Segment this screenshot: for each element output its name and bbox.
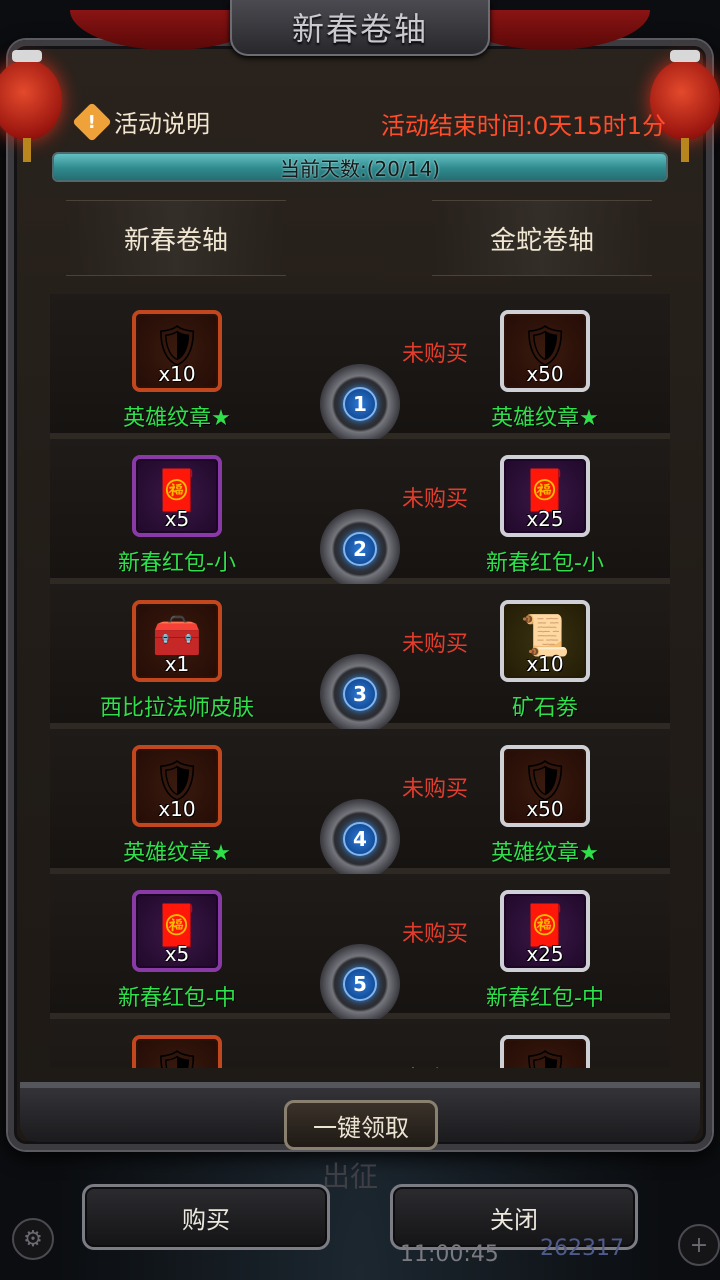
buy-button[interactable]: 购买 [82,1184,330,1250]
right-reward-name: 新春红包-中 [486,986,604,1011]
day-node: 1 [320,364,400,444]
column-header-left: 新春卷轴 [66,200,286,276]
hero-badge-icon: 🛡 [151,758,203,804]
right-reward-item[interactable]: 🛡 x50 [500,745,590,827]
day-number: 5 [343,967,377,1001]
progress-text: 当前天数:(20/14) [280,156,440,181]
coin-count: 262317 [540,1236,624,1261]
right-reward-item[interactable]: 🧧 x25 [500,890,590,972]
day-progress-bar: 当前天数:(20/14) [52,152,668,182]
hero-badge-icon: 🛡 [151,323,203,369]
right-reward-item[interactable]: 🛡 x50 [500,310,590,392]
purchase-status: 未购买 [402,777,469,802]
activity-info-link[interactable]: ! 活动说明 [72,101,210,142]
item-quantity: x50 [526,362,564,386]
claim-all-button[interactable]: 一键领取 [284,1100,438,1150]
gear-icon[interactable]: ⚙ [12,1218,54,1260]
day-number: 2 [343,532,377,566]
item-quantity: x10 [526,652,564,676]
day-number: 3 [343,677,377,711]
right-reward-item[interactable]: 🧧 x25 [500,455,590,537]
activity-info-label: 活动说明 [114,110,210,138]
item-quantity: x25 [526,942,564,966]
right-reward-name: 矿石劵 [511,696,578,721]
treasure-chest-icon: 🧰 [152,613,202,659]
hero-badge-icon: 🛡 [152,1051,203,1068]
day-node: 4 [320,799,400,879]
background-label: 出征 [322,1160,379,1193]
hero-badge-icon: 🛡 [519,323,571,369]
day-number: 1 [343,387,377,421]
item-quantity: x10 [158,797,196,821]
item-quantity: x10 [158,362,196,386]
left-reward-item[interactable]: 🧰 x1 [132,600,222,682]
right-reward-name: 英雄纹章★ [491,841,599,866]
left-reward-name: 新春红包-中 [118,986,236,1011]
day-node: 3 [320,654,400,734]
left-reward-name: 西比拉法师皮肤 [99,696,254,721]
purchase-status: 未购买 [402,1061,468,1068]
day-node: 5 [320,944,400,1024]
red-envelopes-icon: 🧧 [520,903,570,949]
red-envelope-icon: 🧧 [520,468,570,514]
clock-text: 11:00:45 [400,1242,499,1267]
red-envelope-icon: 🧧 [152,468,202,514]
right-reward-item[interactable]: 🛡 [500,1035,590,1068]
end-time-text: 活动结束时间:0天15时1分 [380,112,666,140]
plus-icon[interactable]: + [678,1224,720,1266]
left-reward-item[interactable]: 🛡 [132,1035,222,1068]
left-reward-name: 英雄纹章★ [123,406,231,431]
right-reward-item[interactable]: 📜 x10 [500,600,590,682]
left-reward-item[interactable]: 🛡 x10 [132,310,222,392]
item-quantity: x50 [526,797,564,821]
reward-list[interactable]: 🛡 x10 英雄纹章★ 🛡 x50 英雄纹章★ 未购买 1 🧧 x5 新春红包-小 🧧 x25 新春红包-… [50,294,670,1068]
day-node: 2 [320,509,400,589]
left-reward-name: 新春红包-小 [118,551,236,576]
window-title: 新春卷轴 [291,10,428,48]
hero-badge-icon: 🛡 [520,1051,571,1068]
left-reward-item[interactable]: 🛡 x10 [132,745,222,827]
left-reward-name: 英雄纹章★ [123,841,231,866]
red-envelopes-icon: 🧧 [152,903,202,949]
left-reward-item[interactable]: 🧧 x5 [132,890,222,972]
item-quantity: x1 [164,652,190,676]
item-quantity: x25 [526,507,564,531]
day-number: 4 [343,822,377,856]
right-reward-name: 新春红包-小 [486,551,604,576]
title-plaque: 新春卷轴 [230,0,490,56]
purchase-status: 未购买 [402,922,469,947]
scroll-ticket-icon: 📜 [520,613,570,659]
item-quantity: x5 [164,507,190,531]
purchase-status: 未购买 [402,342,469,367]
column-header-right: 金蛇卷轴 [432,200,652,276]
item-quantity: x5 [164,942,190,966]
right-reward-name: 英雄纹章★ [491,406,599,431]
left-reward-item[interactable]: 🧧 x5 [132,455,222,537]
warning-icon: ! [72,101,112,142]
hero-badge-icon: 🛡 [519,758,571,804]
purchase-status: 未购买 [402,632,469,657]
purchase-status: 未购买 [402,487,469,512]
